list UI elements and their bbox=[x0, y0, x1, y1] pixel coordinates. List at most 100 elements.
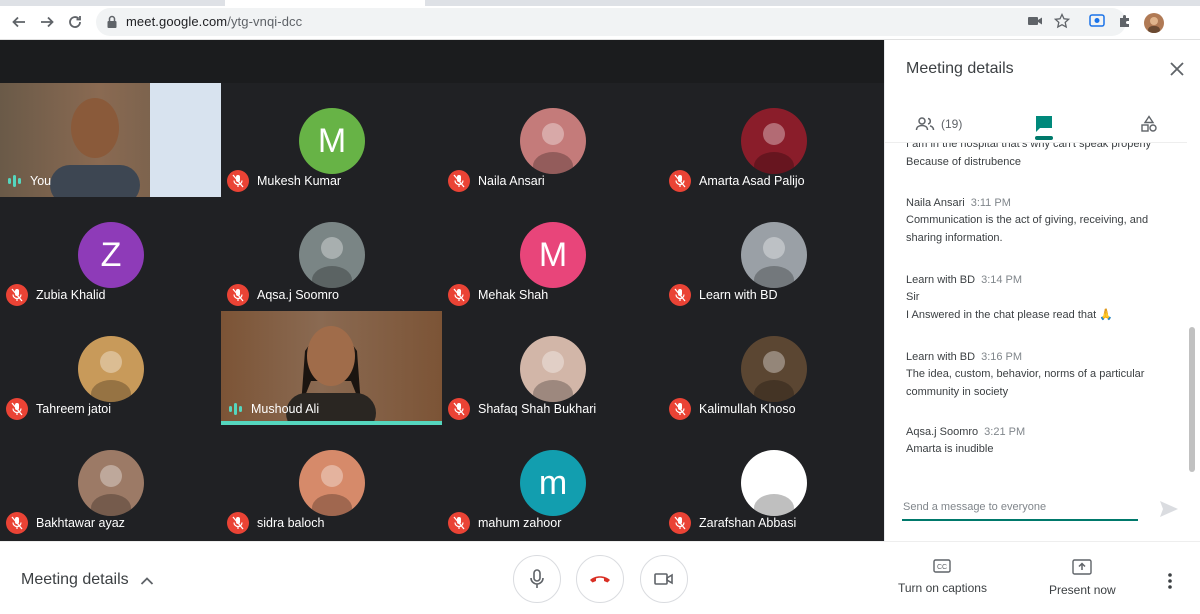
present-label: Present now bbox=[1049, 583, 1116, 597]
camera-indicator-icon[interactable] bbox=[1026, 12, 1044, 30]
participant-name: Aqsa.j Soomro bbox=[257, 288, 339, 302]
url-host: meet.google.com bbox=[126, 14, 228, 29]
leave-call-button[interactable] bbox=[576, 555, 624, 603]
participant-nameplate: Shafaq Shah Bukhari bbox=[448, 398, 596, 420]
tab-people[interactable]: (19) bbox=[915, 110, 962, 138]
chat-scrollbar[interactable] bbox=[1188, 142, 1196, 474]
captions-label: Turn on captions bbox=[898, 581, 987, 595]
message-line: Because of distrubence bbox=[906, 156, 1021, 168]
reload-icon[interactable] bbox=[65, 12, 85, 32]
participant-nameplate: Kalimullah Khoso bbox=[669, 398, 796, 420]
tab-chat[interactable] bbox=[1034, 110, 1054, 138]
message-line: I am in the hospital that's why can't sp… bbox=[906, 142, 1152, 150]
bookmark-star-icon[interactable] bbox=[1053, 12, 1071, 30]
participant-nameplate: Zarafshan Abbasi bbox=[669, 512, 796, 534]
participant-tile[interactable]: Zarafshan Abbasi bbox=[663, 425, 884, 539]
chat-message: Learn with BD 3:14 PM Sir I Answered in t… bbox=[906, 274, 1176, 324]
participant-avatar: M bbox=[299, 108, 365, 174]
scrollbar-thumb[interactable] bbox=[1189, 327, 1195, 472]
close-icon[interactable] bbox=[1167, 59, 1187, 79]
mic-off-icon bbox=[227, 170, 249, 192]
tab-strip bbox=[0, 0, 1200, 6]
participant-tile[interactable]: Amarta Asad Palijo bbox=[663, 83, 884, 197]
forward-icon[interactable] bbox=[37, 12, 57, 32]
present-now-button[interactable]: Present now bbox=[1049, 559, 1116, 597]
participant-nameplate: Mehak Shah bbox=[448, 284, 548, 306]
participant-name: Mukesh Kumar bbox=[257, 174, 342, 188]
message-line: Sir bbox=[906, 291, 920, 303]
participant-avatar bbox=[741, 108, 807, 174]
message-sender: Naila Ansari bbox=[906, 197, 965, 209]
chat-message: Learn with BD 3:16 PM The idea, custom, b… bbox=[906, 351, 1176, 401]
message-line: I Answered in the chat please read that … bbox=[906, 309, 1113, 321]
participant-tile[interactable]: M Mukesh Kumar bbox=[221, 83, 442, 197]
participant-tile[interactable]: Z Zubia Khalid bbox=[0, 197, 221, 311]
participant-tile[interactable]: m mahum zahoor bbox=[442, 425, 663, 539]
message-time: 3:14 PM bbox=[981, 274, 1023, 286]
mic-off-icon bbox=[669, 512, 691, 534]
participant-avatar bbox=[78, 336, 144, 402]
mic-off-icon bbox=[448, 170, 470, 192]
message-line: community in society bbox=[906, 386, 1009, 398]
message-time: 3:11 PM bbox=[970, 197, 1011, 209]
mic-off-icon bbox=[669, 398, 691, 420]
participant-tile[interactable]: sidra baloch bbox=[221, 425, 442, 539]
chat-message: Aqsa.j Soomro 3:21 PM Amarta is inudible bbox=[906, 426, 1176, 458]
back-icon[interactable] bbox=[9, 12, 29, 32]
meeting-details-toggle[interactable]: Meeting details bbox=[21, 571, 129, 589]
chevron-up-icon[interactable] bbox=[140, 573, 154, 591]
chat-message-input[interactable]: Send a message to everyone bbox=[902, 501, 1138, 521]
participant-avatar bbox=[520, 336, 586, 402]
participant-tile[interactable]: Aqsa.j Soomro bbox=[221, 197, 442, 311]
participant-avatar bbox=[741, 222, 807, 288]
mic-off-icon bbox=[227, 284, 249, 306]
participant-nameplate: Mukesh Kumar bbox=[227, 170, 341, 192]
cast-extension-icon[interactable] bbox=[1088, 12, 1106, 30]
more-options-icon[interactable] bbox=[1167, 572, 1173, 595]
mic-off-icon bbox=[448, 512, 470, 534]
message-line: Amarta is inudible bbox=[906, 443, 994, 455]
participant-name: Zubia Khalid bbox=[36, 288, 106, 302]
profile-avatar[interactable] bbox=[1144, 13, 1164, 33]
extensions-puzzle-icon[interactable] bbox=[1116, 12, 1134, 30]
address-bar[interactable]: meet.google.com/ytg-vnqi-dcc bbox=[96, 8, 1126, 36]
mic-off-icon bbox=[6, 284, 28, 306]
url-path: /ytg-vnqi-dcc bbox=[227, 14, 303, 29]
participant-tile[interactable]: Tahreem jatoi bbox=[0, 311, 221, 425]
panel-title: Meeting details bbox=[906, 60, 1014, 77]
captions-button[interactable]: CC Turn on captions bbox=[898, 559, 987, 595]
participant-tile[interactable]: Mushoud Ali bbox=[221, 311, 442, 425]
chat-tab-indicator bbox=[1035, 136, 1053, 140]
participant-tile[interactable]: Learn with BD bbox=[663, 197, 884, 311]
participant-name: sidra baloch bbox=[257, 516, 325, 530]
participant-avatar bbox=[741, 336, 807, 402]
participant-tile[interactable]: Shafaq Shah Bukhari bbox=[442, 311, 663, 425]
participant-name: Tahreem jatoi bbox=[36, 402, 112, 416]
participant-tile[interactable]: You bbox=[0, 83, 221, 197]
participant-avatar: m bbox=[520, 450, 586, 516]
message-header: Naila Ansari 3:11 PM bbox=[906, 197, 1176, 209]
tab-activities[interactable] bbox=[1140, 110, 1158, 138]
browser-tab[interactable] bbox=[225, 0, 425, 6]
participant-tile[interactable]: Kalimullah Khoso bbox=[663, 311, 884, 425]
participant-nameplate: Naila Ansari bbox=[448, 170, 545, 192]
hang-up-icon bbox=[590, 576, 610, 583]
mic-off-icon bbox=[669, 170, 691, 192]
participant-tile[interactable]: Naila Ansari bbox=[442, 83, 663, 197]
participant-nameplate: Zubia Khalid bbox=[6, 284, 106, 306]
camera-button[interactable] bbox=[640, 555, 688, 603]
present-screen-icon bbox=[1072, 559, 1093, 575]
participant-tile[interactable]: M Mehak Shah bbox=[442, 197, 663, 311]
mic-off-icon bbox=[448, 284, 470, 306]
participant-nameplate: mahum zahoor bbox=[448, 512, 561, 534]
send-icon[interactable] bbox=[1159, 500, 1179, 523]
participant-tile[interactable]: Bakhtawar ayaz bbox=[0, 425, 221, 539]
camera-icon bbox=[654, 573, 673, 585]
participant-name: Bakhtawar ayaz bbox=[36, 516, 125, 530]
participant-name: Naila Ansari bbox=[478, 174, 545, 188]
participant-name: Learn with BD bbox=[699, 288, 778, 302]
message-header: Learn with BD 3:16 PM bbox=[906, 351, 1176, 363]
participant-name: Zarafshan Abbasi bbox=[699, 516, 797, 530]
microphone-button[interactable] bbox=[513, 555, 561, 603]
mic-off-icon bbox=[227, 512, 249, 534]
